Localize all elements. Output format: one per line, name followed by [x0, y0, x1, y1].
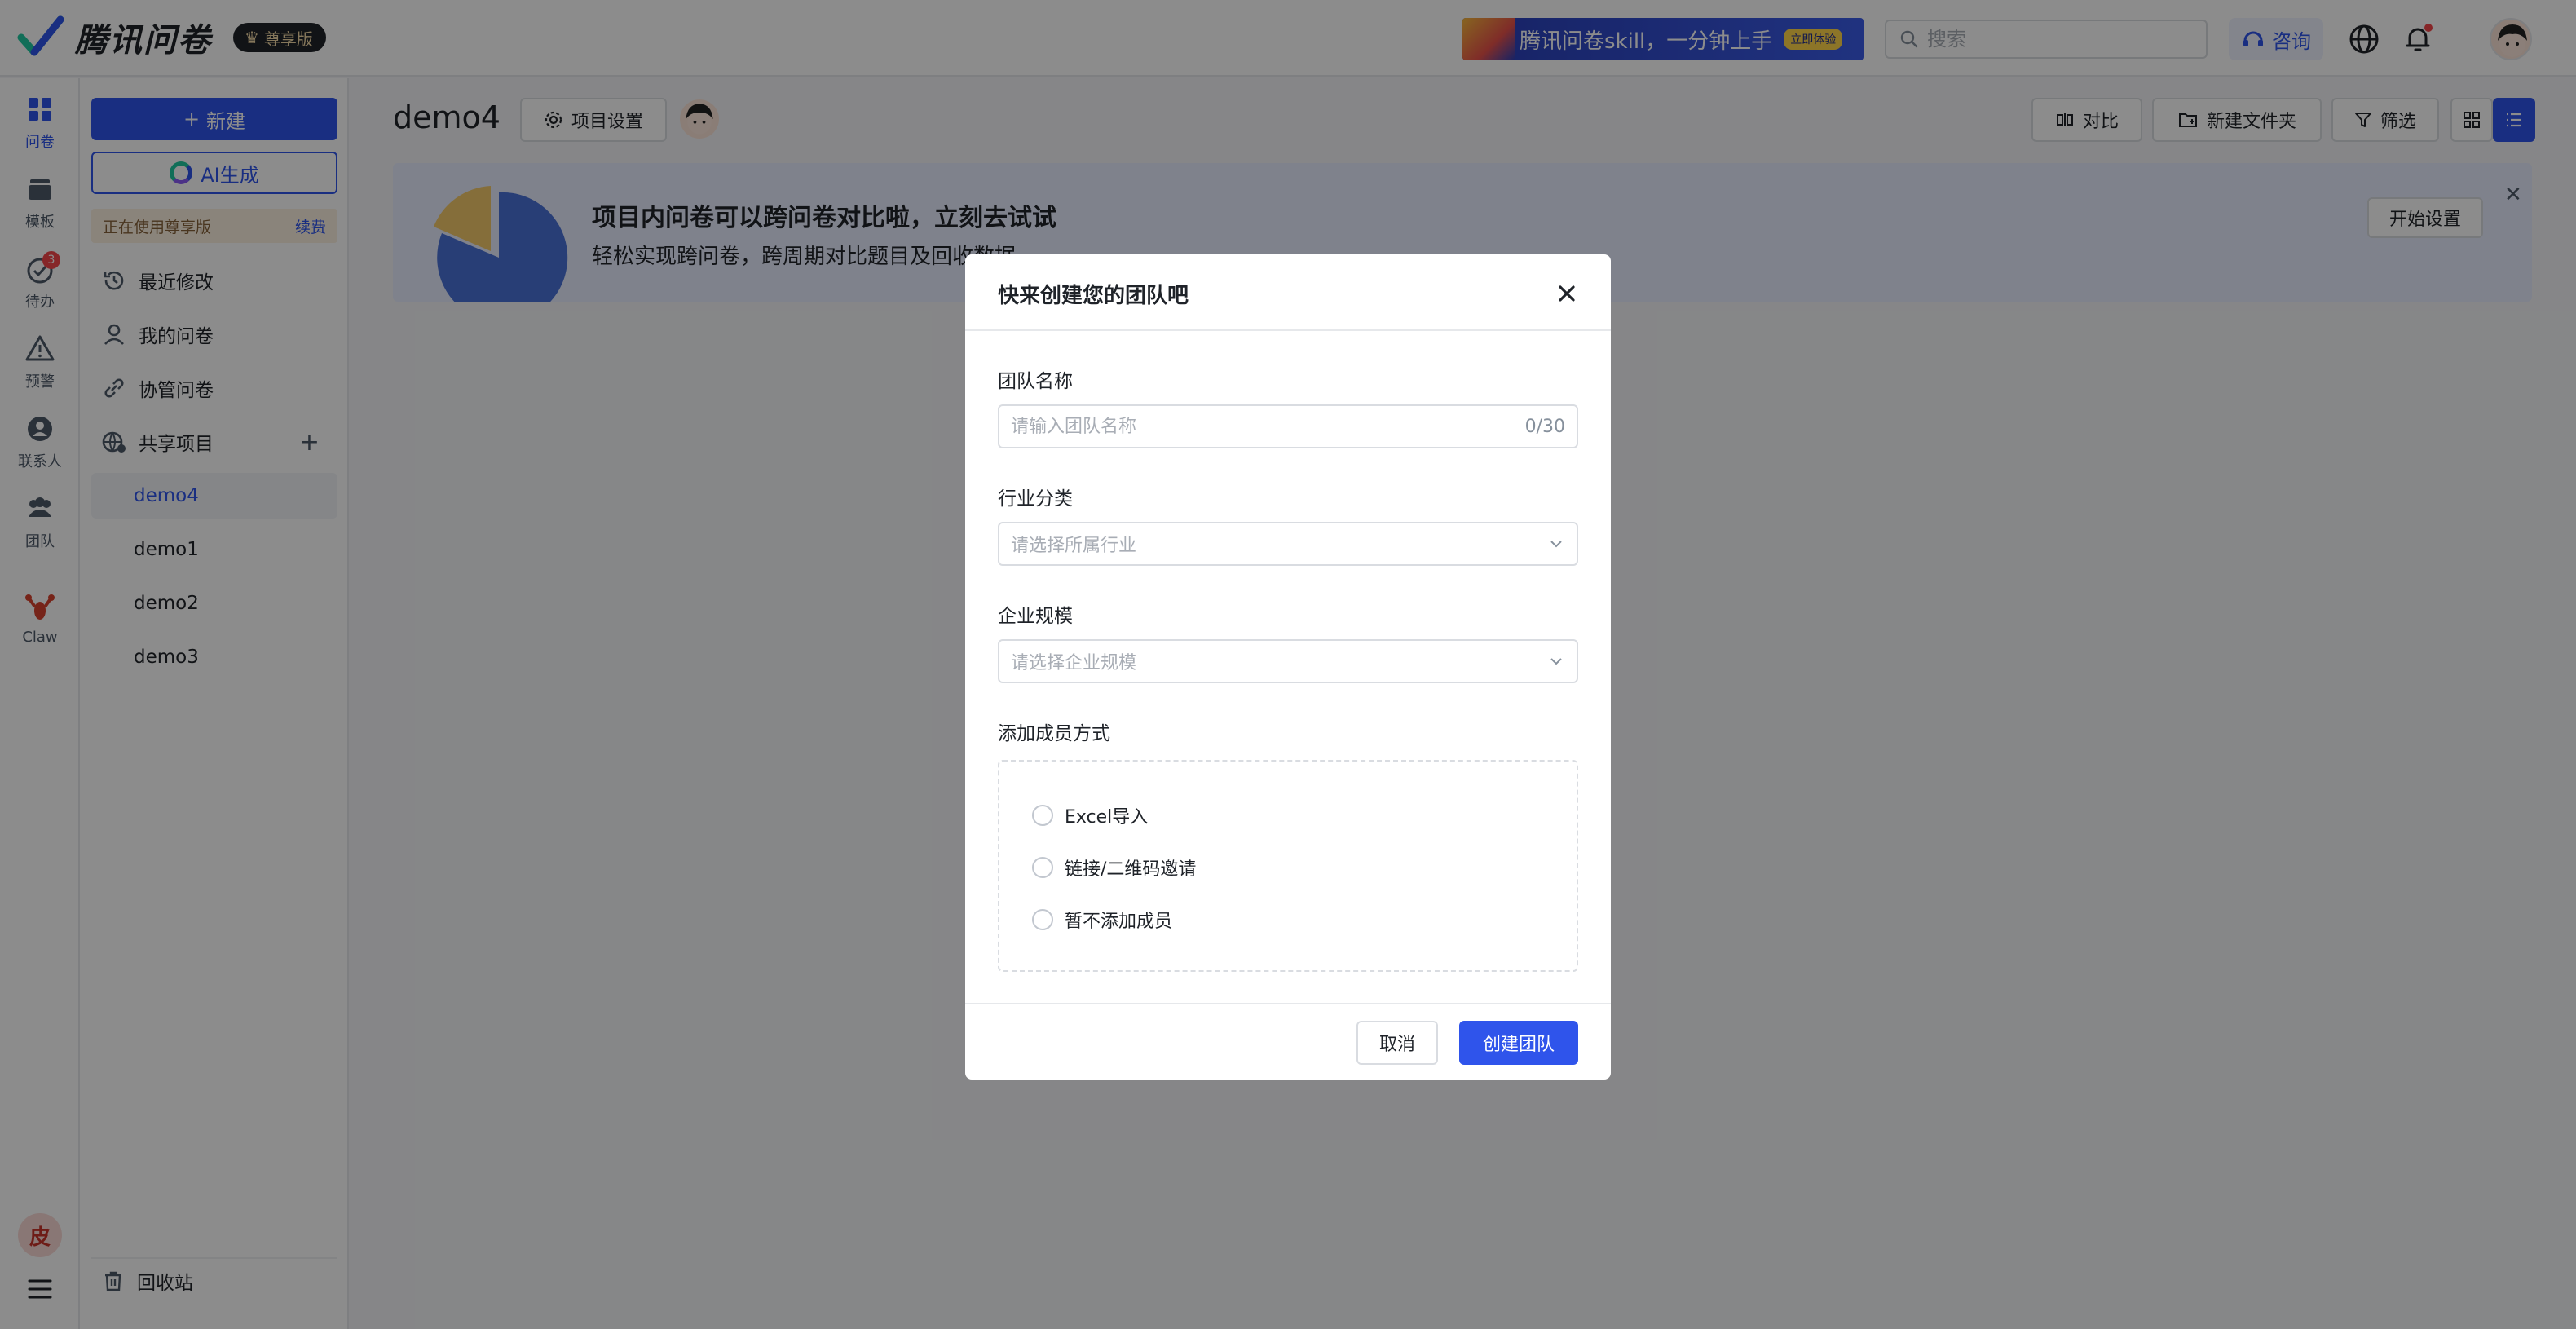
team-name-char-count: 0/30	[1524, 416, 1565, 437]
member-option-label: 链接/二维码邀请	[1065, 859, 1197, 880]
member-method-label: 添加成员方式	[998, 723, 1110, 744]
team-name-field[interactable]: 0/30	[998, 404, 1578, 448]
industry-select[interactable]: 请选择所属行业	[998, 522, 1578, 566]
radio-button[interactable]	[1032, 805, 1053, 826]
member-method-group: Excel导入 链接/二维码邀请 暂不添加成员	[998, 760, 1578, 972]
dialog-footer-divider	[965, 1003, 1611, 1004]
dialog-header-divider	[965, 329, 1611, 331]
scale-placeholder: 请选择企业规模	[1011, 653, 1137, 673]
scale-label: 企业规模	[998, 606, 1073, 627]
cancel-button[interactable]: 取消	[1356, 1021, 1438, 1065]
team-name-label: 团队名称	[998, 371, 1073, 392]
create-team-dialog: 快来创建您的团队吧 团队名称 0/30 行业分类 请选择所属行业 企业规模 请选…	[965, 254, 1611, 1080]
radio-button[interactable]	[1032, 909, 1053, 930]
scale-select[interactable]: 请选择企业规模	[998, 639, 1578, 683]
industry-placeholder: 请选择所属行业	[1011, 536, 1137, 556]
close-icon	[1559, 285, 1575, 302]
member-option-label: Excel导入	[1065, 807, 1149, 828]
dialog-title: 快来创建您的团队吧	[998, 284, 1189, 308]
chevron-down-icon	[1550, 541, 1562, 548]
team-name-input[interactable]	[1011, 416, 1525, 437]
radio-button[interactable]	[1032, 857, 1053, 878]
member-option-none[interactable]: 暂不添加成员	[1032, 907, 1172, 933]
chevron-down-icon	[1550, 658, 1562, 665]
member-option-link-qrcode[interactable]: 链接/二维码邀请	[1032, 854, 1196, 881]
member-option-excel[interactable]: Excel导入	[1032, 802, 1148, 828]
dialog-close-button[interactable]	[1549, 276, 1585, 311]
industry-label: 行业分类	[998, 488, 1073, 510]
member-option-label: 暂不添加成员	[1065, 912, 1173, 932]
create-team-button[interactable]: 创建团队	[1459, 1021, 1578, 1065]
